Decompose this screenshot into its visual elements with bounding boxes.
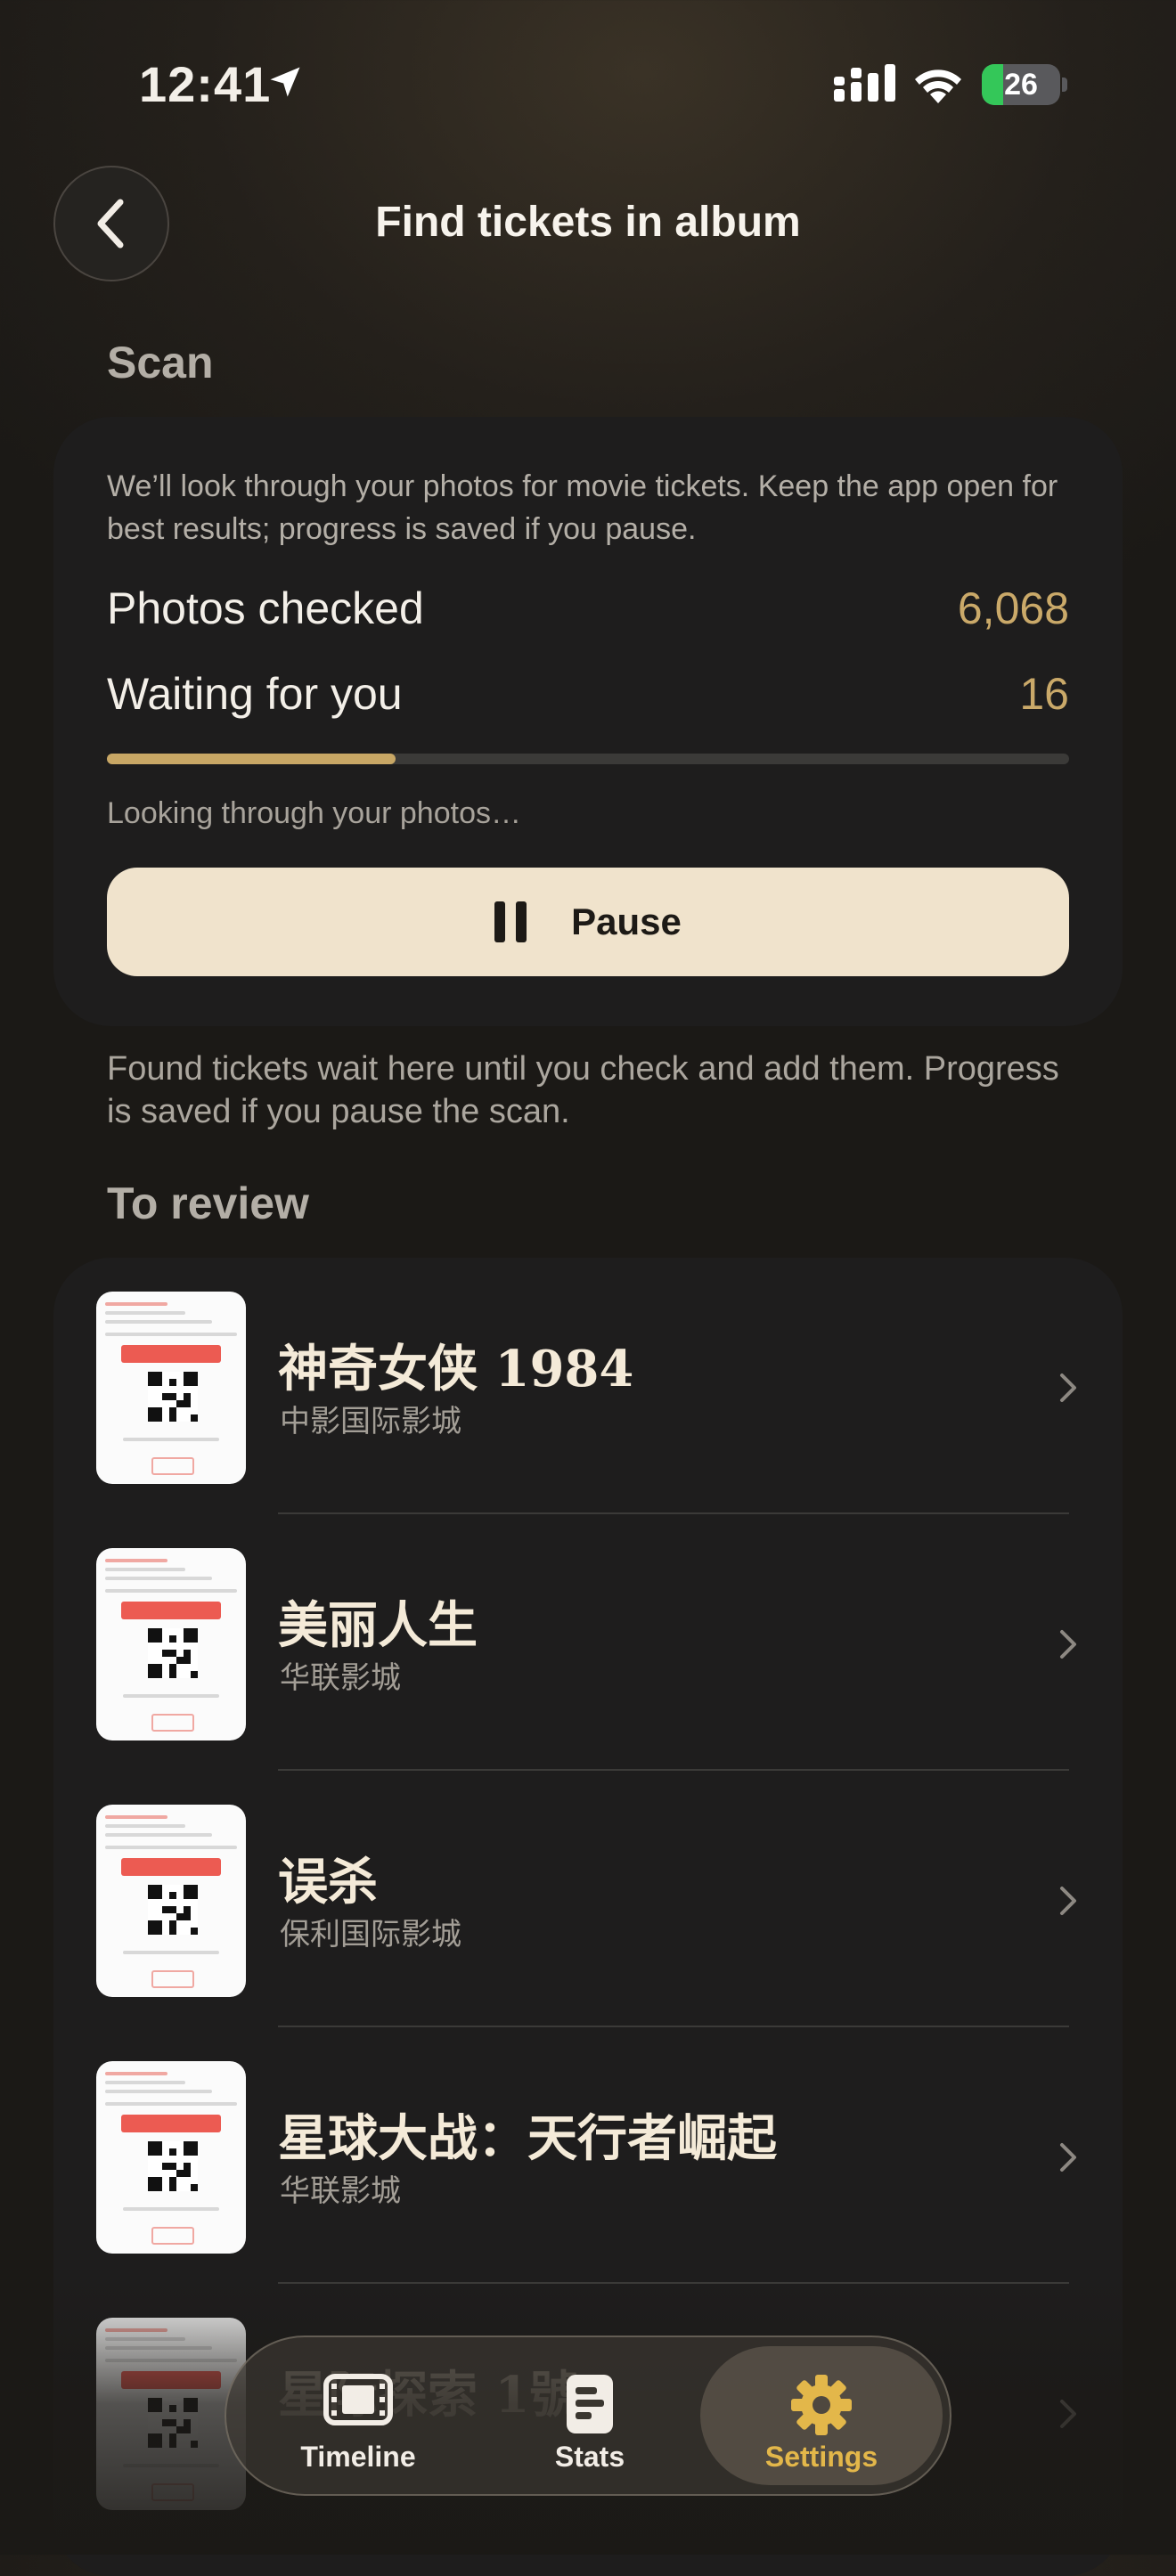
battery-indicator: 26 (982, 64, 1067, 105)
tab-settings-label: Settings (764, 2441, 878, 2473)
ticket-cinema-name: 华联影城 (280, 2174, 401, 2208)
battery-level: 26 (1004, 68, 1038, 102)
review-item[interactable]: 星球大战：天行者崛起 华联影城 (53, 2027, 1123, 2284)
review-item[interactable]: 美丽人生 华联影城 (53, 1514, 1123, 1771)
scan-progress-bar (107, 754, 1069, 764)
scan-description: We’ll look through your photos for movie… (107, 469, 1058, 546)
cellular-signal-icon (834, 64, 895, 102)
waiting-value: 16 (1019, 669, 1069, 719)
ticket-cinema-name: 保利国际影城 (280, 1918, 461, 1952)
chevron-right-icon (1060, 1630, 1076, 1659)
chevron-left-icon (97, 199, 124, 249)
gear-icon (791, 2375, 852, 2435)
scan-progress-fill (107, 754, 396, 764)
location-arrow-icon (270, 67, 300, 97)
ticket-movie-title: 美丽人生 (278, 1596, 478, 1655)
back-button[interactable] (53, 166, 169, 281)
ticket-thumbnail (96, 2061, 246, 2254)
scan-section-title: Scan (107, 338, 214, 387)
ticket-movie-title: 神奇女侠 1984 (278, 1340, 634, 1398)
review-section-title: To review (107, 1178, 309, 1228)
pause-button[interactable]: Pause (107, 868, 1069, 976)
tab-timeline-label: Timeline (300, 2441, 416, 2473)
ticket-movie-title: 星球大战：天行者崛起 (278, 2109, 777, 2168)
scan-status-text: Looking through your photos… (107, 796, 521, 830)
chevron-right-icon (1060, 1374, 1076, 1402)
film-icon (323, 2374, 393, 2425)
photos-checked-value: 6,068 (957, 583, 1069, 633)
status-time: 12:41 (139, 56, 272, 112)
tab-timeline[interactable]: Timeline (237, 2346, 479, 2485)
photos-checked-label: Photos checked (107, 583, 424, 633)
pause-icon (494, 901, 527, 942)
ticket-cinema-name: 中影国际影城 (280, 1405, 461, 1439)
ticket-thumbnail (96, 1805, 246, 1997)
tab-bar: Timeline Stats Settings (225, 2336, 951, 2496)
review-item[interactable]: 神奇女侠 1984 中影国际影城 (53, 1258, 1123, 1514)
chevron-right-icon (1060, 2143, 1076, 2172)
review-item[interactable]: 误杀 保利国际影城 (53, 1771, 1123, 2027)
chevron-right-icon (1060, 1887, 1076, 1915)
tab-settings[interactable]: Settings (700, 2346, 943, 2485)
tab-stats[interactable]: Stats (469, 2346, 711, 2485)
scan-hint-text: Found tickets wait here until you check … (107, 1050, 1059, 1130)
page-title: Find tickets in album (375, 199, 801, 246)
waiting-label: Waiting for you (107, 669, 403, 719)
wifi-icon (915, 69, 961, 103)
tab-stats-label: Stats (554, 2441, 625, 2473)
pause-button-label: Pause (571, 901, 682, 942)
ticket-movie-title: 误杀 (278, 1853, 378, 1912)
ticket-thumbnail (96, 1292, 246, 1484)
stats-icon (567, 2375, 613, 2433)
ticket-thumbnail (96, 1548, 246, 1740)
ticket-cinema-name: 华联影城 (280, 1661, 401, 1695)
